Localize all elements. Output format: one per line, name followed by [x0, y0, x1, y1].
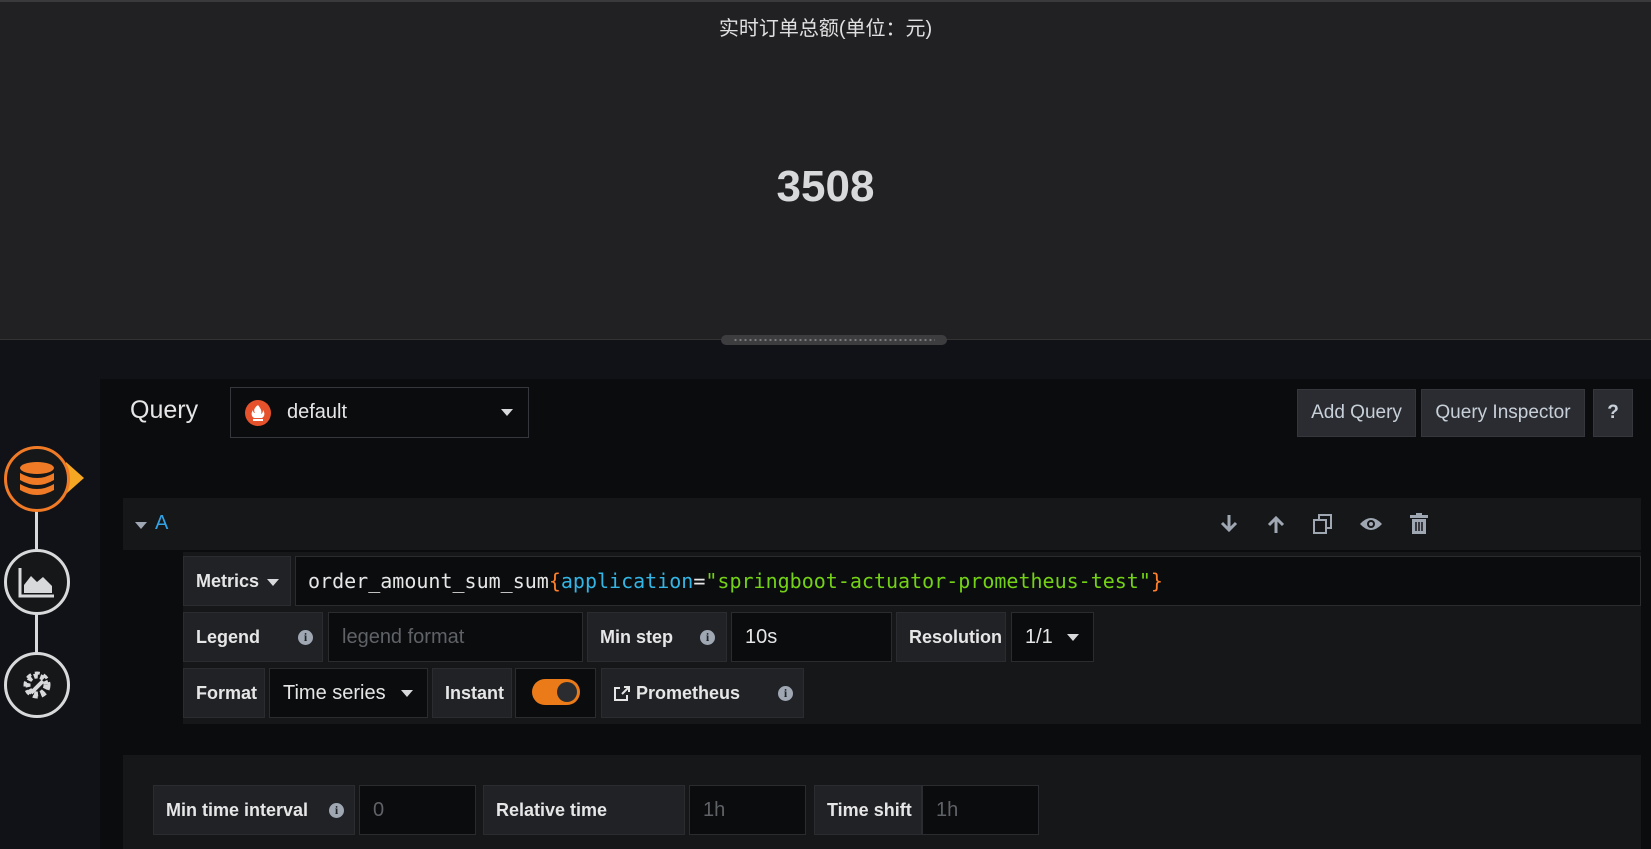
expr-metric: order_amount_sum_sum — [308, 569, 549, 593]
instant-toggle[interactable] — [532, 679, 580, 705]
info-icon[interactable]: i — [778, 686, 793, 701]
resolution-select[interactable]: 1/1 — [1011, 612, 1094, 662]
help-button[interactable]: ? — [1593, 389, 1633, 437]
database-icon — [20, 462, 54, 495]
trash-icon[interactable] — [1407, 512, 1431, 536]
caret-down-icon — [501, 409, 513, 416]
prometheus-link[interactable]: Prometheus i — [601, 668, 804, 718]
duplicate-icon[interactable] — [1311, 512, 1335, 536]
info-icon[interactable]: i — [329, 803, 344, 818]
legend-label: Legend — [196, 626, 261, 647]
prometheus-icon — [245, 399, 271, 426]
datasource-name: default — [287, 401, 348, 423]
min-step-label-cell: Min step i — [587, 612, 727, 662]
query-section-label: Query — [130, 396, 199, 424]
query-inspector-button[interactable]: Query Inspector — [1421, 389, 1585, 437]
resize-grip-icon — [733, 338, 935, 342]
area-chart-icon — [18, 568, 54, 598]
metrics-toggle[interactable]: Metrics — [183, 556, 291, 606]
collapse-caret-icon[interactable] — [135, 522, 147, 529]
time-shift-label: Time shift — [814, 785, 922, 835]
expr-label-key: application — [560, 569, 694, 593]
expr-open-brace: { — [548, 569, 561, 593]
expr-label-value: "springboot-actuator-prometheus-test" — [705, 569, 1151, 593]
move-down-icon[interactable] — [1217, 512, 1241, 536]
expr-close-brace: } — [1150, 569, 1163, 593]
relative-time-input[interactable]: 1h — [689, 785, 806, 835]
min-step-input[interactable]: 10s — [731, 612, 892, 662]
relative-time-label: Relative time — [483, 785, 685, 835]
add-query-button[interactable]: Add Query — [1297, 389, 1416, 437]
min-interval-label: Min time interval — [166, 799, 309, 820]
external-link-icon — [614, 685, 630, 701]
resolution-label: Resolution — [896, 612, 1006, 662]
toggle-knob — [557, 682, 577, 702]
info-icon[interactable]: i — [700, 630, 715, 645]
stat-value: 3508 — [776, 162, 875, 211]
gear-wrench-icon — [23, 671, 51, 699]
promql-expression-input[interactable]: order_amount_sum_sum{application = "spring… — [295, 556, 1641, 606]
move-up-icon[interactable] — [1264, 512, 1288, 536]
format-label: Format — [183, 668, 265, 718]
rail-visualization-button[interactable] — [4, 549, 70, 615]
format-value: Time series — [283, 681, 386, 704]
caret-down-icon — [267, 579, 279, 586]
eye-icon[interactable] — [1359, 512, 1383, 536]
panel-resize-handle[interactable] — [721, 335, 947, 345]
resolution-value: 1/1 — [1025, 625, 1053, 648]
metrics-label: Metrics — [196, 570, 260, 591]
time-shift-input[interactable]: 1h — [922, 785, 1039, 835]
rail-general-button[interactable] — [4, 652, 70, 718]
stat-panel: 实时订单总额(单位：元) 3508 — [0, 0, 1651, 340]
query-row-header[interactable]: A — [123, 498, 1641, 550]
query-ref-id[interactable]: A — [155, 512, 168, 535]
datasource-picker[interactable]: default — [230, 387, 529, 438]
caret-down-icon — [1067, 634, 1079, 641]
info-icon[interactable]: i — [298, 630, 313, 645]
prometheus-link-label: Prometheus — [636, 682, 741, 703]
format-select[interactable]: Time series — [269, 668, 428, 718]
min-step-label: Min step — [600, 626, 674, 647]
min-interval-input[interactable]: 0 — [359, 785, 476, 835]
expr-equals: = — [693, 569, 706, 593]
rail-queries-button[interactable] — [4, 446, 70, 512]
caret-down-icon — [401, 690, 413, 697]
min-interval-label-cell: Min time interval i — [153, 785, 355, 835]
legend-label-cell: Legend i — [183, 612, 323, 662]
legend-format-input[interactable]: legend format — [328, 612, 583, 662]
panel-title[interactable]: 实时订单总额(单位：元) — [0, 12, 1651, 41]
instant-label: Instant — [432, 668, 512, 718]
